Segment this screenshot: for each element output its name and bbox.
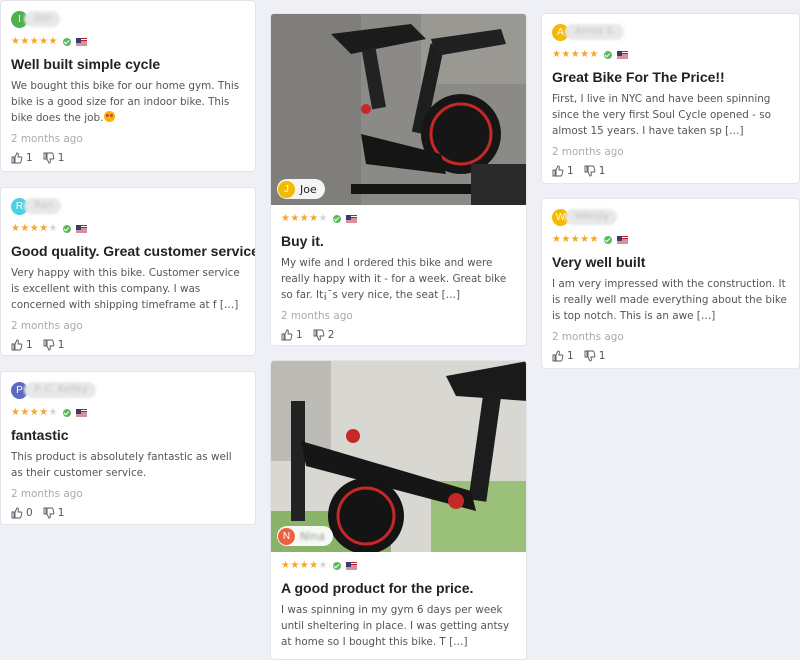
thumbs-down-icon [584,165,596,177]
review-body: First, I live in NYC and have been spinn… [552,93,771,137]
unhelpful-button[interactable]: 2 [313,328,334,342]
us-flag-icon [75,225,87,233]
unhelpful-button[interactable]: 1 [43,151,64,165]
review-date: 2 months ago [11,320,83,332]
helpful-button[interactable]: 1 [11,338,33,352]
star-rating: ★★★★★ [11,407,58,418]
helpful-button[interactable]: 0 [11,506,33,520]
unhelpful-button[interactable]: 1 [43,506,64,520]
star-rating: ★★★★★ [552,49,599,60]
reviewer-name: P. C. Kelley [24,382,97,398]
review-photo[interactable]: J Joe [271,14,526,205]
thumbs-down-icon [43,507,55,519]
review-title: A good product for the price. [281,580,474,596]
reviewer-name: Ilen [24,11,61,27]
reviewer-name: Nina [300,529,325,543]
star-rating: ★★★★★ [11,223,58,234]
unhelpful-button[interactable]: 1 [584,349,605,363]
review-card[interactable]: A Annie S. ★★★★★ Great Bike For The Price… [541,13,800,184]
review-title: Well built simple cycle [11,56,161,72]
reviewer-name: Wendy [565,209,618,225]
exercise-bike-photo [271,361,526,552]
thumbs-up-icon [281,329,293,341]
reviewer-name: Joe [300,182,317,196]
review-body: I was spinning in my gym 6 days per week… [281,604,510,648]
review-body: My wife and I ordered this bike and were… [281,257,507,301]
review-card[interactable]: N Nina ★★★★★ A good product for the price… [270,360,527,660]
us-flag-icon [75,38,87,46]
star-rating: ★★★★★ [552,234,599,245]
review-title: Great Bike For The Price!! [552,69,725,85]
exercise-bike-photo [271,14,526,205]
verified-check-icon [603,236,612,244]
thumbs-down-icon [43,339,55,351]
review-title: Buy it. [281,233,324,249]
review-date: 2 months ago [281,310,353,322]
us-flag-icon [616,51,628,59]
review-card[interactable]: I Ilen ★★★★★ Well built simple cycle We b… [0,0,256,172]
review-body: We bought this bike for our home gym. Th… [11,80,240,124]
review-card[interactable]: P P. C. Kelley ★★★★★ fantastic This produ… [0,371,256,525]
verified-check-icon [62,38,71,46]
thumbs-up-icon [11,507,23,519]
verified-check-icon [332,215,341,223]
review-body: This product is absolutely fantastic as … [11,451,232,479]
review-date: 2 months ago [552,146,624,158]
verified-check-icon [62,225,71,233]
review-card[interactable]: J Joe ★★★★★ Buy it. My wife and I ordered… [270,13,527,346]
thumbs-up-icon [552,165,564,177]
thumbs-down-icon [584,350,596,362]
verified-check-icon [332,562,341,570]
us-flag-icon [75,409,87,417]
review-body: Very happy with this bike. Customer serv… [11,267,240,311]
heart-eyes-emoji-icon [104,111,116,122]
us-flag-icon [616,236,628,244]
review-body: I am very impressed with the constructio… [552,278,787,322]
avatar: N [278,527,295,545]
review-title: Good quality. Great customer service [11,243,256,259]
star-rating: ★★★★★ [281,213,328,224]
review-title: Very well built [552,254,646,270]
verified-check-icon [62,409,71,417]
helpful-button[interactable]: 1 [281,328,303,342]
us-flag-icon [345,215,357,223]
review-title: fantastic [11,427,69,443]
helpful-button[interactable]: 1 [11,151,33,165]
star-rating: ★★★★★ [11,36,58,47]
thumbs-down-icon [43,152,55,164]
unhelpful-button[interactable]: 1 [584,164,605,178]
thumbs-down-icon [313,329,325,341]
thumbs-up-icon [552,350,564,362]
reviewer-name: Ran [24,198,62,214]
helpful-button[interactable]: 1 [552,164,574,178]
verified-check-icon [603,51,612,59]
review-date: 2 months ago [552,331,624,343]
helpful-button[interactable]: 1 [552,349,574,363]
review-date: 2 months ago [11,133,83,145]
avatar: J [278,180,295,198]
star-rating: ★★★★★ [281,560,328,571]
unhelpful-button[interactable]: 1 [43,338,64,352]
reviewer-name: Annie S. [565,24,625,40]
review-photo[interactable]: N Nina [271,361,526,552]
us-flag-icon [345,562,357,570]
review-card[interactable]: W Wendy ★★★★★ Very well built I am very i… [541,198,800,369]
thumbs-up-icon [11,339,23,351]
review-card[interactable]: R Ran ★★★★★ Good quality. Great customer … [0,187,256,356]
review-date: 2 months ago [11,488,83,500]
thumbs-up-icon [11,152,23,164]
